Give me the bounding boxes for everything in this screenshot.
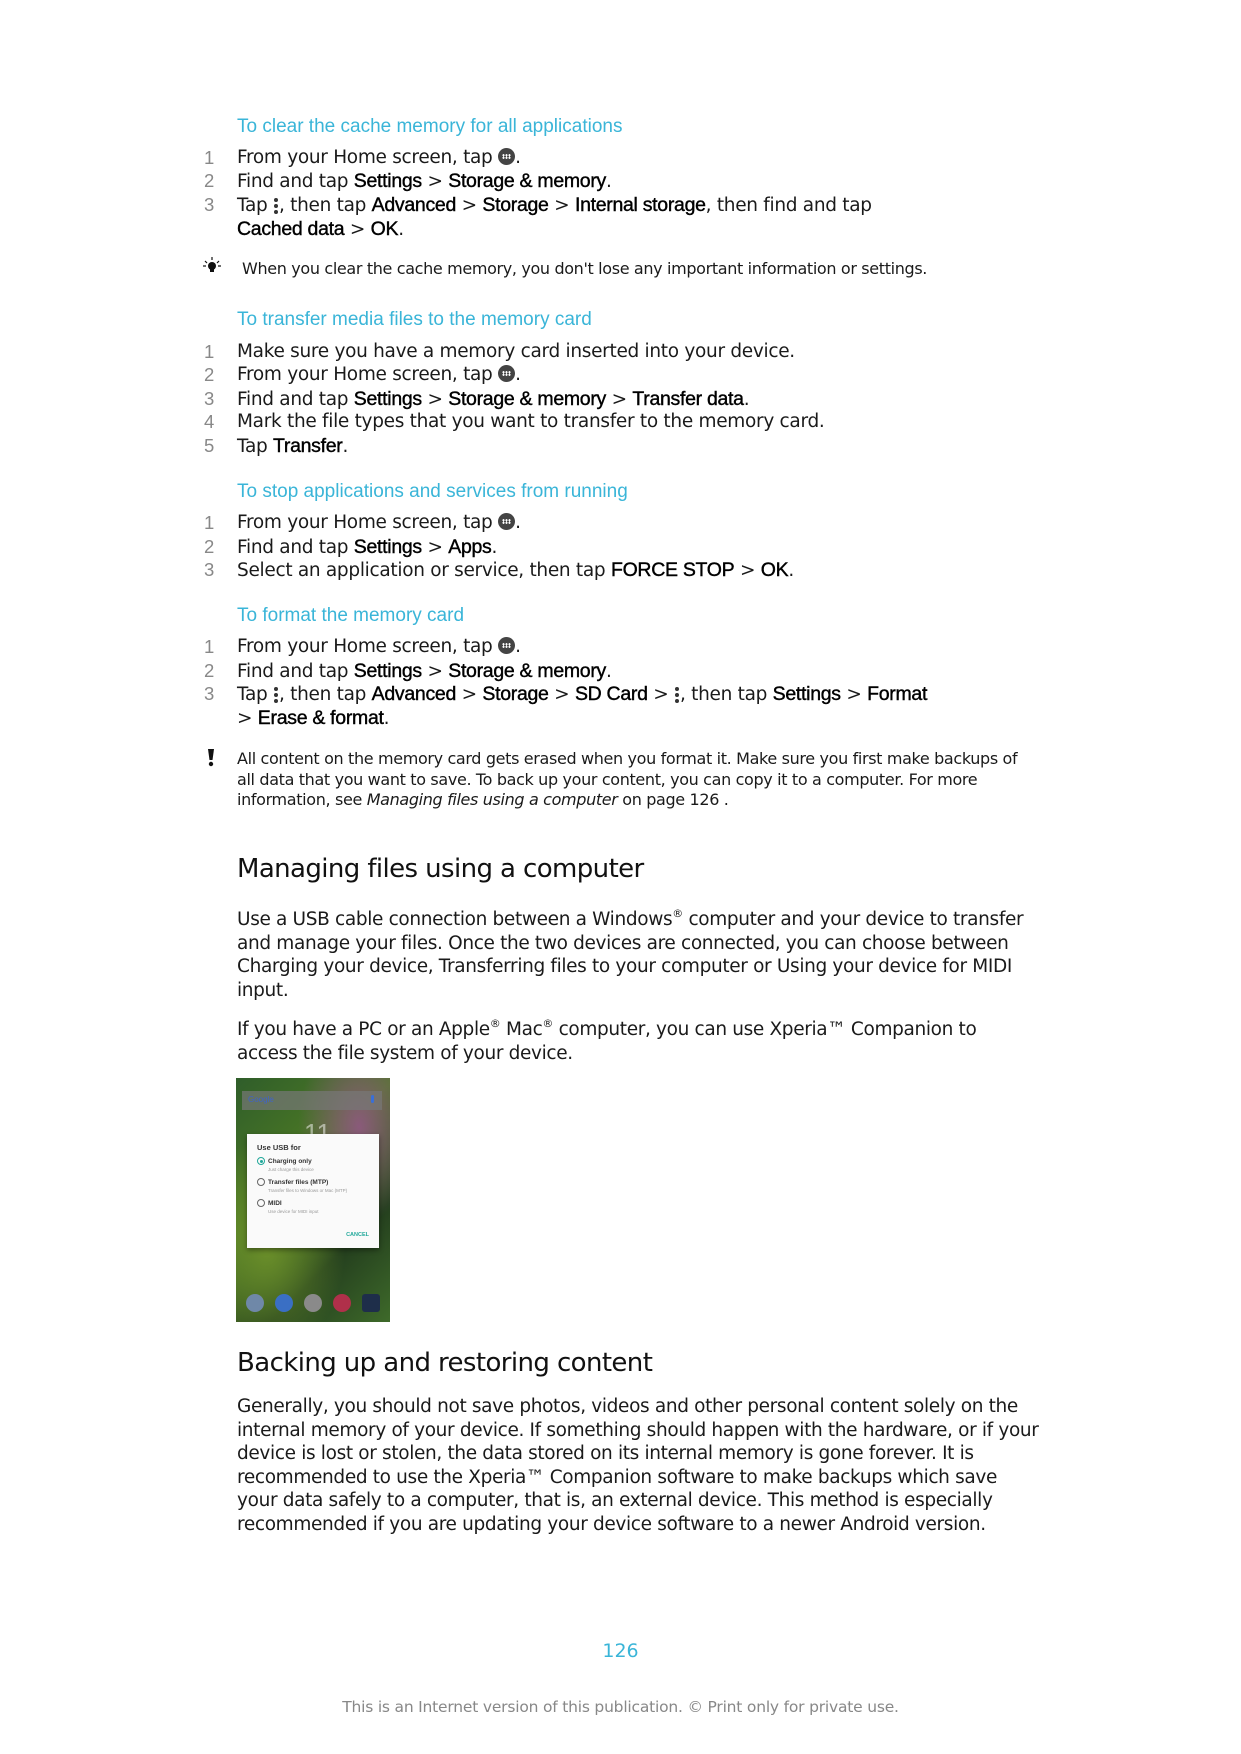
phone-search-bar: Google xyxy=(242,1091,382,1110)
paragraph: If you have a PC or an Apple® Mac® compu… xyxy=(237,1017,977,1064)
section-title-stop-apps: To stop applications and services from r… xyxy=(237,481,628,502)
radio-icon xyxy=(257,1199,265,1207)
list-item: 2 From your Home screen, tap . xyxy=(204,364,521,385)
list-item: 2 Find and tap Settings > Storage & memo… xyxy=(204,170,612,192)
apps-icon xyxy=(498,365,516,382)
more-options-icon xyxy=(674,686,680,703)
list-item-continuation: > Erase & format. xyxy=(237,707,390,729)
list-item-continuation: Cached data > OK. xyxy=(237,218,404,240)
more-options-icon xyxy=(273,686,279,703)
list-item: 1 From your Home screen, tap . xyxy=(204,147,521,168)
messaging-app-icon xyxy=(275,1294,293,1312)
section-title-format-card: To format the memory card xyxy=(237,605,465,626)
footer-note: This is an Internet version of this publ… xyxy=(342,1698,899,1716)
apps-app-icon xyxy=(304,1294,322,1312)
paragraph: Generally, you should not save photos, v… xyxy=(237,1396,1039,1535)
list-item: 1 From your Home screen, tap . xyxy=(204,512,521,533)
usb-option-mtp: Transfer files (MTP) xyxy=(257,1178,328,1186)
heading-backup: Backing up and restoring content xyxy=(237,1348,653,1378)
radio-icon xyxy=(257,1178,265,1186)
heading-managing-files: Managing files using a computer xyxy=(237,854,644,884)
more-options-icon xyxy=(273,197,279,214)
tip-note: When you clear the cache memory, you don… xyxy=(203,257,927,278)
apps-icon xyxy=(498,148,516,165)
radio-selected-icon xyxy=(257,1157,265,1165)
warning-note: All content on the memory card gets eras… xyxy=(208,749,1027,811)
page-number: 126 xyxy=(602,1640,639,1662)
list-item: 2 Find and tap Settings > Storage & memor… xyxy=(204,660,612,682)
list-item: 2 Find and tap Settings > Apps. xyxy=(204,536,498,558)
list-item: 1 Make sure you have a memory card insert… xyxy=(204,341,795,362)
contacts-app-icon xyxy=(333,1294,351,1312)
section-title-clear-cache: To clear the cache memory for all applic… xyxy=(237,116,623,137)
camera-app-icon xyxy=(362,1294,380,1312)
usb-dialog: Use USB for Charging only Just charge th… xyxy=(247,1134,379,1248)
usb-option-charging: Charging only xyxy=(257,1157,312,1165)
list-item: 5 Tap Transfer. xyxy=(204,435,349,457)
usb-option-midi: MIDI xyxy=(257,1199,282,1207)
lightbulb-icon xyxy=(202,256,222,280)
list-item: 4 Mark the file types that you want to tr… xyxy=(204,411,825,432)
list-item: 1 From your Home screen, tap . xyxy=(204,636,521,657)
list-item: 3 Find and tap Settings > Storage & memor… xyxy=(204,388,750,410)
phone-dock xyxy=(236,1290,390,1316)
usb-dialog-screenshot: Google 11 Use USB for Charging only Just… xyxy=(236,1078,390,1322)
list-item: 3 Tap , then tap Advanced > Storage > SD … xyxy=(204,683,928,705)
phone-app-icon xyxy=(246,1294,264,1312)
section-title-transfer-media: To transfer media files to the memory ca… xyxy=(237,309,592,330)
mic-icon xyxy=(371,1095,374,1103)
cross-reference-link[interactable]: Managing files using a computer xyxy=(367,790,618,809)
cancel-button: CANCEL xyxy=(346,1232,369,1238)
paragraph: Use a USB cable connection between a Win… xyxy=(237,907,1024,1001)
apps-icon xyxy=(498,513,516,530)
list-item: 3 Select an application or service, then … xyxy=(204,559,794,581)
list-item: 3 Tap , then tap Advanced > Storage > In… xyxy=(204,194,872,216)
apps-icon xyxy=(498,637,516,654)
exclamation-icon xyxy=(205,748,217,774)
